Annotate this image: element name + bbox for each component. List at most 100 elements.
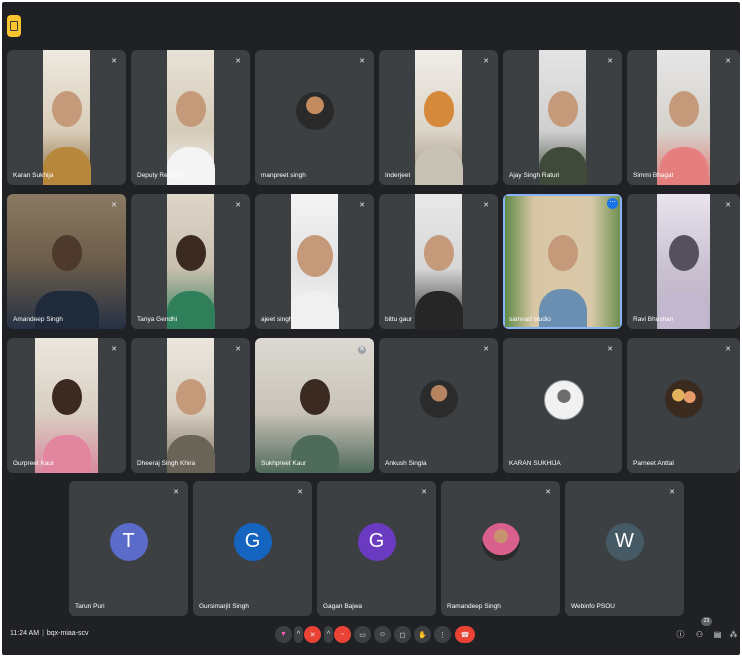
participant-name: KARAN SUKHIJA [509, 460, 561, 467]
participant-video [42, 50, 91, 185]
participant-tile[interactable]: ✕ Inderjeet [379, 50, 498, 185]
participant-video [255, 338, 374, 473]
chevron-up-icon: ^ [296, 631, 301, 638]
participant-video [166, 50, 215, 185]
participant-tile[interactable]: ✕ Karan Sukhija [7, 50, 126, 185]
captions-icon: ▭ [359, 631, 366, 639]
more-options-icon[interactable]: ⋯ [607, 198, 618, 209]
meeting-code: bqx-miaa-scv [46, 630, 89, 637]
mic-off-icon: ✕ [725, 58, 731, 65]
hand-icon: ✋ [418, 631, 427, 639]
chevron-up-icon: ^ [326, 631, 331, 638]
participant-tile[interactable]: T ✕ Tarun Puri [69, 481, 188, 616]
reaction-icon: ▼ [280, 631, 287, 638]
info-icon[interactable]: ⓘ [675, 629, 686, 640]
leave-call-button[interactable]: ☎ [455, 626, 475, 643]
participant-name: Deputy Registrar [137, 172, 186, 179]
participant-video [414, 50, 463, 185]
participant-tile[interactable]: G ✕ Gursimarjit Singh [193, 481, 312, 616]
participant-tile[interactable]: ✕ Deputy Registrar [131, 50, 250, 185]
participant-avatar [481, 522, 520, 561]
participant-video [538, 50, 587, 185]
participant-initial-avatar: T [109, 522, 148, 561]
mic-off-icon: ✕ [173, 489, 179, 496]
participant-name: Ajay Singh Raturi [509, 172, 560, 179]
participant-tile[interactable]: ✕ Ajay Singh Raturi [503, 50, 622, 185]
mic-off-icon: ✕ [545, 489, 551, 496]
participant-tile[interactable]: W ✕ Webinfo PSOU [565, 481, 684, 616]
mic-off-icon: ✕ [235, 58, 241, 65]
participant-tile[interactable]: ✕ Parneet Anttal [627, 338, 740, 473]
mic-off-icon: ✕ [669, 489, 675, 496]
mic-options-button[interactable]: ^ [294, 626, 303, 643]
hangup-icon: ☎ [460, 631, 470, 639]
camera-options-button[interactable]: ^ [324, 626, 333, 643]
people-icon[interactable]: ⚇ [694, 629, 705, 640]
activities-icon[interactable]: ⁂ [729, 629, 738, 640]
participant-tile[interactable]: ✕ Sukhpreet Kaur [255, 338, 374, 473]
mic-off-icon: ✕ [359, 58, 365, 65]
participant-name: Ankush Singla [385, 460, 427, 467]
participant-name: Ravi Bhushan [633, 316, 674, 323]
captions-button[interactable]: ▭ [354, 626, 371, 643]
mic-toggle-button[interactable]: ✕ [304, 626, 321, 643]
more-options-button[interactable]: ⋮ [434, 626, 451, 643]
participant-video [657, 50, 710, 185]
participant-name: Sukhpreet Kaur [261, 460, 307, 467]
participant-tile[interactable]: ✕ Ramandeep Singh [441, 481, 560, 616]
participant-count-badge: 23 [701, 617, 712, 626]
participant-tile[interactable]: ✕ Amandeep Singh [7, 194, 126, 329]
participant-name: Karan Sukhija [13, 172, 54, 179]
participant-name: manpreet singh [261, 172, 306, 179]
participant-tile[interactable]: ✕ manpreet singh [255, 50, 374, 185]
participant-tile[interactable]: ✕ Gurpreet Kaur [7, 338, 126, 473]
mic-off-icon: ✕ [111, 346, 117, 353]
mic-off-icon: ✕ [421, 489, 427, 496]
mic-off-icon: ✕ [297, 489, 303, 496]
participant-initial-avatar: W [605, 522, 644, 561]
participant-tile[interactable]: ✕ bittu gaur [379, 194, 498, 329]
participant-tile[interactable]: ✕ Ravi Bhushan [627, 194, 740, 329]
participant-avatar [543, 379, 584, 420]
participant-tile[interactable]: ✕ Simmi Bhagat [627, 50, 740, 185]
participant-name: Dheeraj Singh Khira [137, 460, 196, 467]
chat-icon[interactable]: ▤ [712, 629, 723, 640]
participant-tile[interactable]: ✕ Tanya Gendhi [131, 194, 250, 329]
participant-video [166, 194, 215, 329]
participant-name: Inderjeet [385, 172, 411, 179]
participant-tile[interactable]: ✕ ajeet singh [255, 194, 374, 329]
participant-tile[interactable]: ✕ Ankush Singla [379, 338, 498, 473]
current-time: 11:24 AM [10, 630, 40, 637]
participant-tile-active-speaker[interactable]: ⋯ samvad studio [503, 194, 622, 329]
mic-off-icon: ✕ [358, 346, 366, 354]
raise-hand-button[interactable]: ✋ [414, 626, 431, 643]
mic-off-icon: ✕ [111, 58, 117, 65]
camera-toggle-button[interactable]: ▫ [334, 626, 351, 643]
participant-name: Simmi Bhagat [633, 172, 674, 179]
participant-name: Tarun Puri [75, 603, 105, 610]
participant-name: Gurpreet Kaur [13, 460, 55, 467]
mic-off-icon: ✕ [483, 58, 489, 65]
meeting-clock: 11:24 AM | bqx-miaa-scv [10, 630, 89, 637]
mic-off-icon: ✕ [359, 202, 365, 209]
mic-off-icon: ✕ [235, 346, 241, 353]
participant-initial-avatar: G [357, 522, 396, 561]
participant-video [290, 194, 339, 329]
participant-tile[interactable]: ✕ KARAN SUKHIJA [503, 338, 622, 473]
mic-off-icon: ✕ [607, 346, 613, 353]
participant-video [35, 338, 98, 473]
meeting-stage: ✕ Karan Sukhija ✕ Deputy Registrar ✕ man… [2, 2, 740, 655]
emoji-button[interactable]: ☺ [374, 626, 391, 643]
meeting-info-badge[interactable] [7, 15, 21, 37]
participant-video [414, 194, 463, 329]
mic-off-icon: ✕ [483, 202, 489, 209]
reaction-button[interactable]: ▼ [275, 626, 292, 643]
participant-avatar [295, 91, 334, 130]
camera-off-icon: ▫ [341, 631, 344, 638]
participant-video [166, 338, 215, 473]
participant-tile[interactable]: ✕ Dheeraj Singh Khira [131, 338, 250, 473]
participant-avatar [419, 379, 458, 418]
present-button[interactable]: ◻ [394, 626, 411, 643]
participant-video [505, 196, 620, 327]
participant-tile[interactable]: G ✕ Gagan Bajwa [317, 481, 436, 616]
